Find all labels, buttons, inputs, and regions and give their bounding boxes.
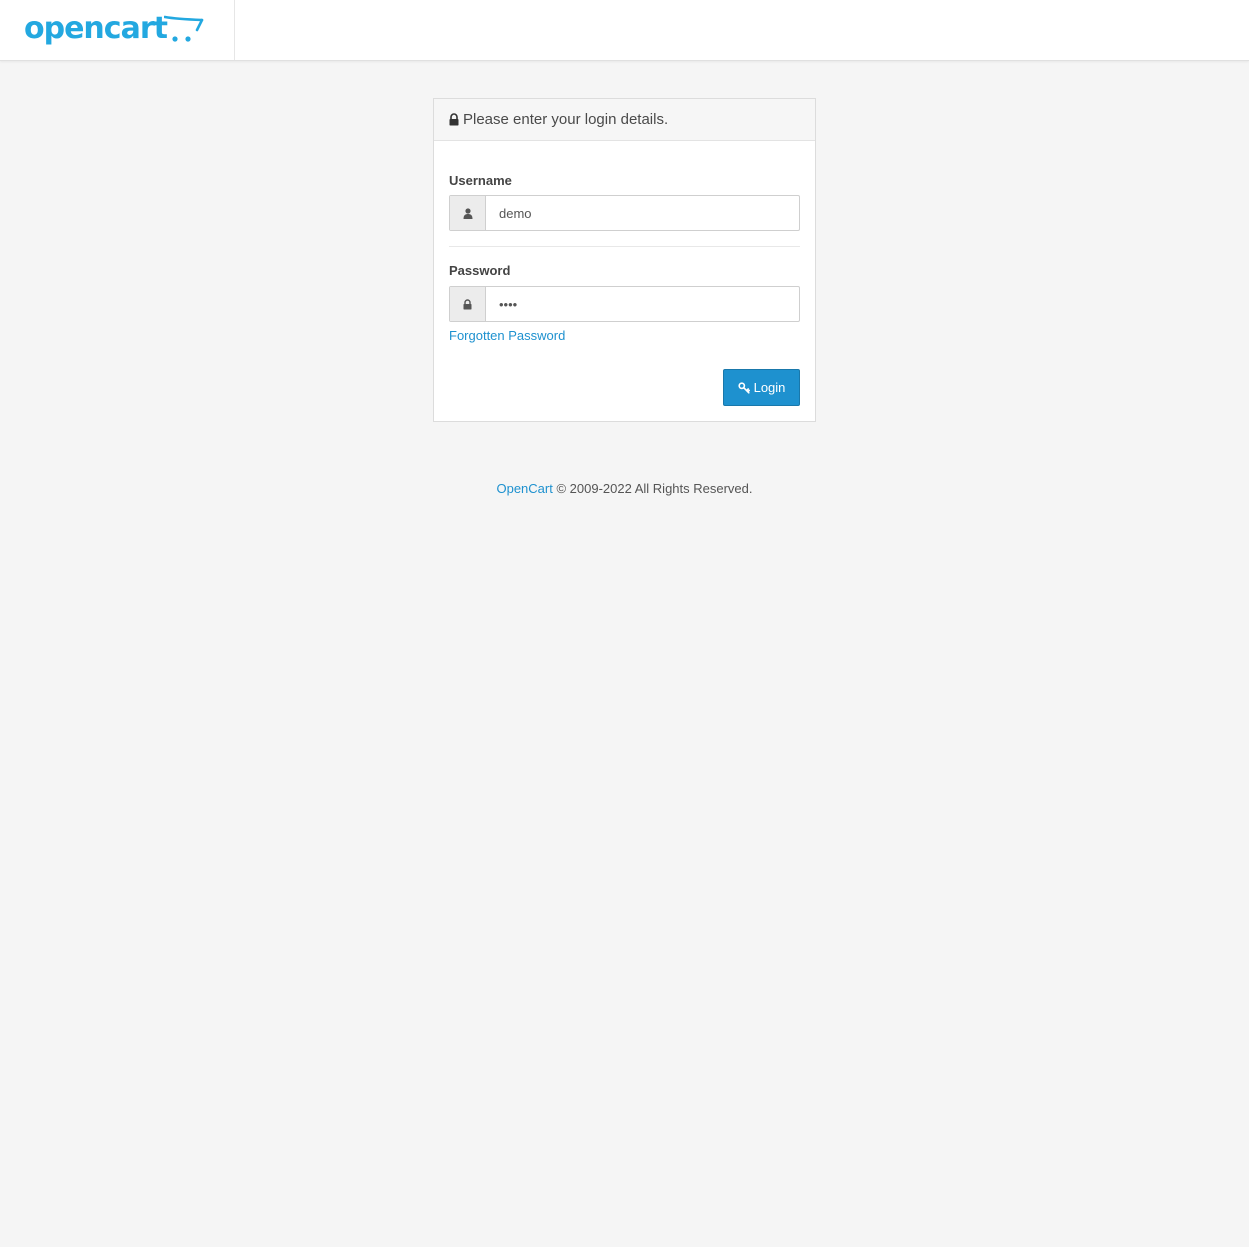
- user-icon: [450, 196, 486, 230]
- password-input-group: [449, 286, 800, 322]
- lock-icon: [450, 287, 486, 321]
- logo-text: opencart: [24, 11, 168, 46]
- opencart-logo[interactable]: opencart: [24, 10, 209, 50]
- top-header: opencart: [0, 0, 1249, 61]
- cart-icon: [164, 15, 204, 42]
- password-label: Password: [449, 263, 511, 278]
- panel-title: Please enter your login details.: [463, 111, 669, 128]
- key-icon: [737, 381, 750, 394]
- password-input[interactable]: [486, 287, 799, 321]
- username-input[interactable]: [486, 196, 799, 230]
- footer-copyright: © 2009-2022 All Rights Reserved.: [556, 481, 753, 496]
- footer: OpenCart © 2009-2022 All Rights Reserved…: [0, 481, 1249, 496]
- username-label: Username: [449, 173, 512, 188]
- login-button[interactable]: Login: [723, 369, 800, 406]
- logo-container: opencart: [0, 0, 235, 60]
- forgotten-password-link[interactable]: Forgotten Password: [449, 328, 565, 343]
- login-form: Username Password Forgotten Password: [434, 141, 815, 406]
- field-divider: [449, 246, 800, 247]
- username-input-group: [449, 195, 800, 231]
- login-panel: Please enter your login details. Usernam…: [433, 98, 816, 422]
- lock-icon: [449, 113, 459, 126]
- login-button-label: Login: [753, 380, 786, 395]
- panel-heading: Please enter your login details.: [434, 99, 815, 141]
- footer-opencart-link[interactable]: OpenCart: [496, 481, 552, 496]
